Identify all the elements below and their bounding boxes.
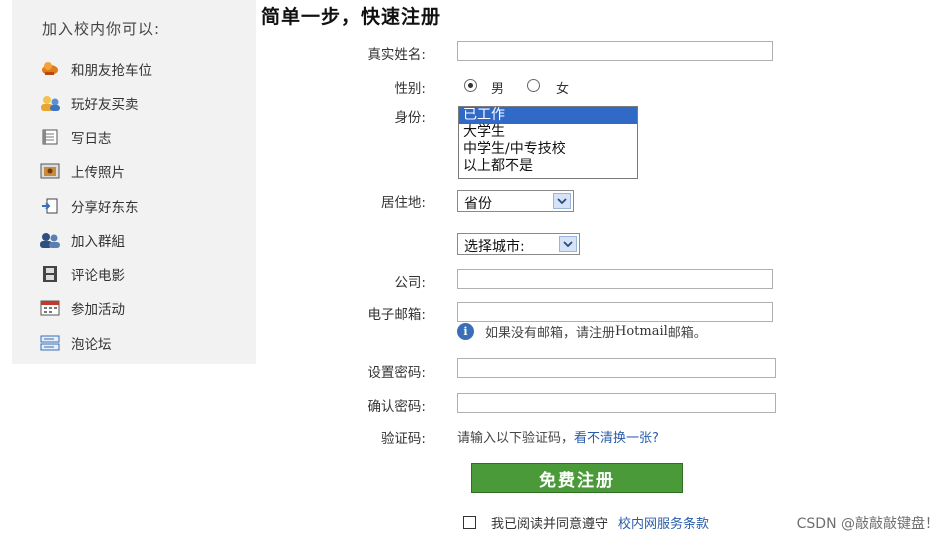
photo-icon xyxy=(39,161,61,181)
sidebar-item-label: 评论电影 xyxy=(71,268,125,284)
sidebar-item-label: 分享好东东 xyxy=(71,200,139,216)
gender-female-radio[interactable] xyxy=(527,79,540,92)
email-label: 电子邮箱: xyxy=(367,307,426,323)
calendar-icon xyxy=(39,298,61,318)
sidebar-item-upload-photo[interactable]: 上传照片 xyxy=(39,160,125,182)
chevron-down-icon xyxy=(553,193,571,209)
company-label: 公司: xyxy=(394,275,426,291)
gender-male-label: 男 xyxy=(491,82,505,97)
company-input[interactable] xyxy=(457,269,773,289)
forum-icon xyxy=(39,333,61,353)
identity-option[interactable]: 以上都不是 xyxy=(459,158,637,175)
sidebar-item-join-group[interactable]: 加入群組 xyxy=(39,229,125,251)
sidebar-item-friend-trade[interactable]: 玩好友买卖 xyxy=(39,92,139,114)
sidebar-item-blog[interactable]: 写日志 xyxy=(39,126,112,148)
confirm-password-label: 确认密码: xyxy=(367,399,426,415)
sidebar-item-label: 参加活动 xyxy=(71,302,125,318)
confirm-password-input[interactable] xyxy=(457,393,776,413)
agreement-checkbox[interactable] xyxy=(463,516,476,529)
gender-label: 性别: xyxy=(394,81,426,97)
sidebar-item-movie-review[interactable]: 评论电影 xyxy=(39,263,125,285)
group-icon xyxy=(39,230,61,250)
email-hint-hotmail: Hotmail xyxy=(615,324,668,339)
sidebar-item-label: 写日志 xyxy=(71,131,112,147)
share-icon xyxy=(39,196,61,216)
captcha-row: 请输入以下验证码，看不清换一张? xyxy=(457,427,659,446)
sidebar-title: 加入校内你可以: xyxy=(42,20,161,38)
terms-link[interactable]: 校内网服务条款 xyxy=(618,513,709,532)
identity-option[interactable]: 大学生 xyxy=(459,124,637,141)
email-hint-suffix: 邮箱。 xyxy=(667,326,707,341)
sidebar-item-parking[interactable]: 和朋友抢车位 xyxy=(39,58,152,80)
sidebar-item-events[interactable]: 参加活动 xyxy=(39,297,125,319)
captcha-refresh-link[interactable]: 看不清换一张? xyxy=(574,431,659,446)
info-icon: i xyxy=(457,323,474,340)
password-input[interactable] xyxy=(457,358,776,378)
captcha-label: 验证码: xyxy=(380,431,426,447)
sidebar-item-label: 泡论坛 xyxy=(71,337,112,353)
car-icon xyxy=(39,59,61,79)
sidebar-item-label: 和朋友抢车位 xyxy=(71,63,152,79)
sidebar-item-forum[interactable]: 泡论坛 xyxy=(39,332,112,354)
sidebar-item-label: 加入群組 xyxy=(71,234,125,250)
city-select[interactable]: 选择城市: xyxy=(457,233,580,255)
gender-male-radio[interactable] xyxy=(464,79,477,92)
password-label: 设置密码: xyxy=(367,365,426,381)
watermark: CSDN @敲敲敲键盘！ xyxy=(796,516,939,532)
agreement-row: 我已阅读并同意遵守 校内网服务条款 xyxy=(463,513,709,532)
email-hint: i 如果没有邮箱，请注册 Hotmail 邮箱。 xyxy=(457,322,707,341)
identity-listbox[interactable]: 已工作 大学生 中学生/中专技校 以上都不是 xyxy=(458,106,638,179)
film-icon xyxy=(39,264,61,284)
sidebar-item-label: 上传照片 xyxy=(71,165,125,181)
chevron-down-icon xyxy=(559,236,577,252)
register-button[interactable]: 免费注册 xyxy=(471,463,683,493)
form-title: 简单一步，快速注册 xyxy=(261,6,442,28)
gender-female-label: 女 xyxy=(556,82,570,97)
city-select-value: 选择城市: xyxy=(464,239,525,255)
province-select[interactable]: 省份 xyxy=(457,190,574,212)
email-hint-prefix: 如果没有邮箱，请注册 xyxy=(485,326,616,341)
notebook-icon xyxy=(39,127,61,147)
real-name-label: 真实姓名: xyxy=(367,47,426,63)
captcha-prompt: 请输入以下验证码， xyxy=(457,431,575,446)
province-select-value: 省份 xyxy=(464,196,492,212)
identity-option[interactable]: 已工作 xyxy=(459,107,637,124)
sidebar-item-share[interactable]: 分享好东东 xyxy=(39,195,139,217)
sidebar-item-label: 玩好友买卖 xyxy=(71,97,139,113)
residence-label: 居住地: xyxy=(380,195,426,211)
identity-option[interactable]: 中学生/中专技校 xyxy=(459,141,637,158)
email-input[interactable] xyxy=(457,302,773,322)
identity-label: 身份: xyxy=(394,110,426,126)
agreement-text: 我已阅读并同意遵守 xyxy=(491,517,609,532)
sidebar: 加入校内你可以: 和朋友抢车位 玩好友买卖 写日志 上传照片 分享好东东 加入群… xyxy=(12,0,256,364)
real-name-input[interactable] xyxy=(457,41,773,61)
people-trade-icon xyxy=(39,93,61,113)
